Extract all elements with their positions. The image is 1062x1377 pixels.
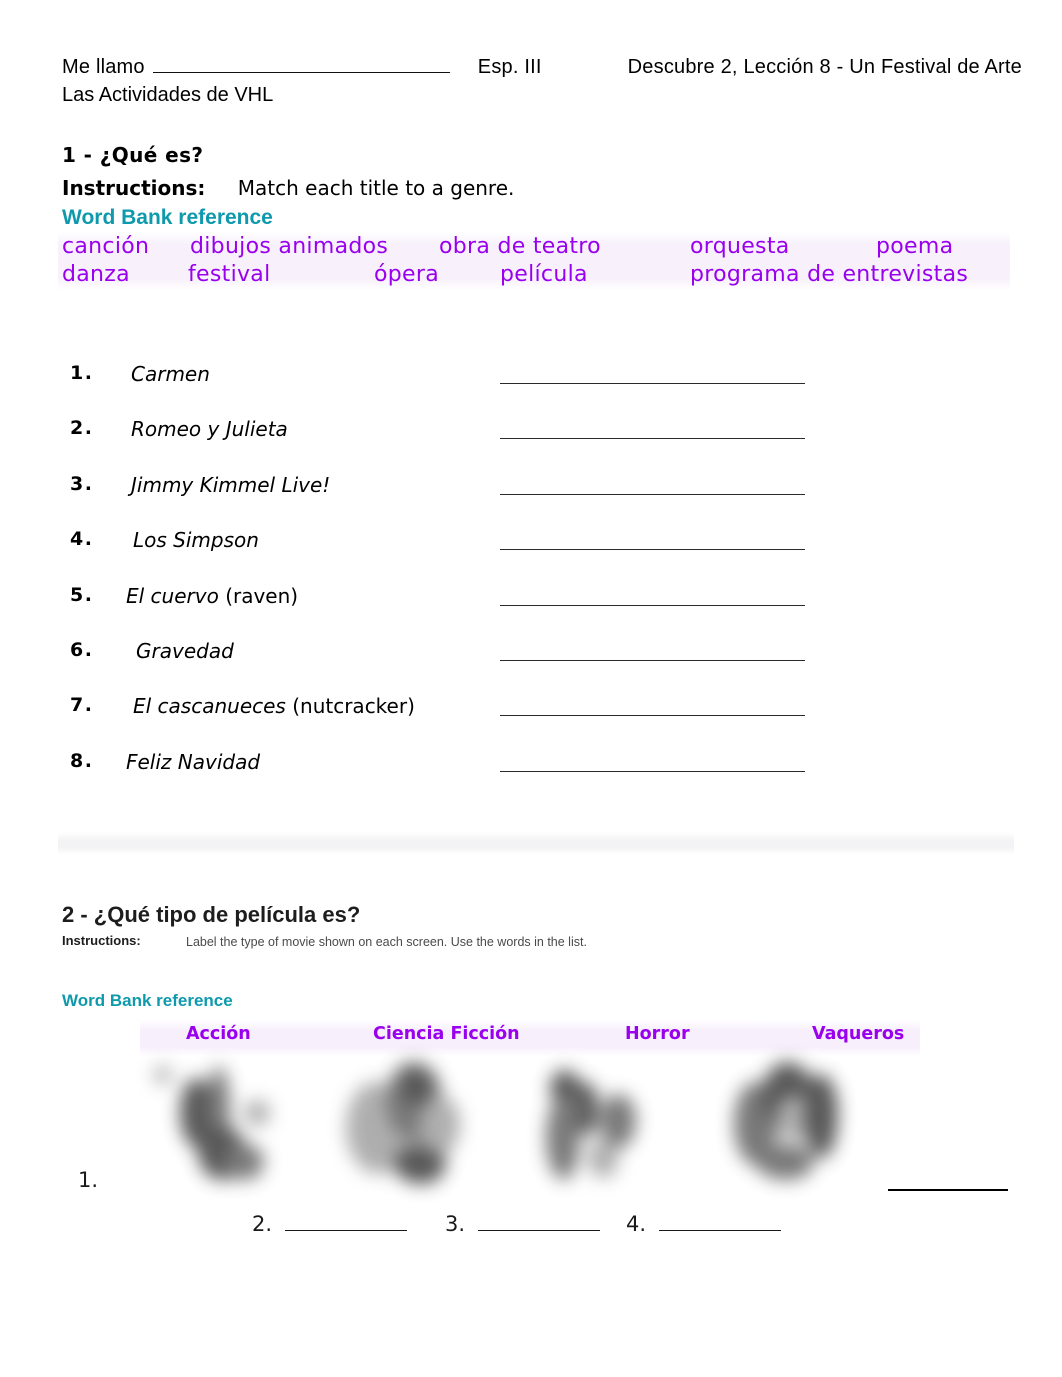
- word-bank-term: dibujos animados: [190, 234, 389, 259]
- list-item: 7. El cascanueces (nutcracker): [0, 694, 1062, 749]
- lesson-label: Descubre 2, Lección 8 - Un Festival de A…: [627, 56, 1022, 78]
- section-1-instructions-text: Match each title to a genre.: [237, 176, 515, 200]
- word-bank-term: película: [500, 262, 588, 287]
- section-1-word-bank: canción dibujos animados obra de teatro …: [62, 234, 1012, 290]
- word-bank-term: poema: [876, 234, 954, 259]
- word-bank-term: canción: [62, 234, 150, 259]
- answer-blank[interactable]: [500, 493, 805, 495]
- word-bank-term: Horror: [625, 1024, 690, 1044]
- section-1-matching-list: 1. Carmen 2. Romeo y Julieta 3. Jimmy Ki…: [0, 362, 1062, 805]
- item-number: 8.: [70, 749, 94, 772]
- header-line-1: Me llamo Esp. III Descubre 2, Lección 8 …: [62, 56, 1022, 79]
- answer-item-2: 2.: [252, 1212, 407, 1236]
- word-bank-term: ópera: [374, 262, 439, 287]
- section-divider: [58, 832, 1014, 854]
- list-item: 4. Los Simpson: [0, 528, 1062, 583]
- word-bank-term: festival: [188, 262, 271, 287]
- answer-blank[interactable]: [500, 770, 805, 772]
- answer-blank[interactable]: [500, 659, 805, 661]
- section-2-answer-row: 1. 2. 3. 4.: [0, 1160, 1062, 1240]
- word-bank-term: Vaqueros: [812, 1024, 905, 1044]
- list-item: 8. Feliz Navidad: [0, 750, 1062, 805]
- answer-number: 1.: [78, 1168, 99, 1192]
- item-title: Gravedad: [136, 639, 234, 663]
- answer-blank[interactable]: [500, 438, 805, 440]
- answer-item-3: 3.: [445, 1212, 600, 1236]
- item-number: 1.: [70, 362, 94, 384]
- item-number: 5.: [70, 583, 94, 606]
- answer-item-4: 4.: [626, 1212, 781, 1236]
- section-2-instructions-label: Instructions:: [62, 933, 141, 948]
- answer-number: 2.: [252, 1212, 273, 1236]
- word-bank-term: obra de teatro: [439, 234, 601, 259]
- item-title-text: Los Simpson: [133, 528, 259, 553]
- item-number: 2.: [70, 417, 94, 440]
- answer-blank[interactable]: [500, 549, 805, 551]
- answer-number: 4.: [626, 1212, 647, 1236]
- list-item: 1. Carmen: [0, 362, 1062, 417]
- word-bank-term: programa de entrevistas: [690, 262, 969, 287]
- item-title: Feliz Navidad: [126, 750, 260, 774]
- item-title: Romeo y Julieta: [131, 417, 288, 441]
- item-title: Jimmy Kimmel Live!: [131, 473, 330, 497]
- item-title-text: Gravedad: [136, 638, 234, 663]
- name-label: Me llamo: [62, 56, 145, 78]
- item-title: El cascanueces (nutcracker): [133, 694, 415, 718]
- item-number: 6.: [70, 638, 94, 661]
- section-2-word-bank-title: Word Bank reference: [62, 991, 233, 1010]
- answer-blank[interactable]: [500, 383, 805, 384]
- item-number: 7.: [70, 694, 94, 717]
- item-title-text: Romeo y Julieta: [131, 417, 288, 442]
- list-item: 3. Jimmy Kimmel Live!: [0, 473, 1062, 528]
- item-title: El cuervo (raven): [126, 584, 298, 608]
- section-1-word-bank-title: Word Bank reference: [62, 206, 273, 229]
- course-label: Esp. III: [477, 56, 542, 78]
- list-item: 6. Gravedad: [0, 639, 1062, 694]
- section-1-title: 1 - ¿Qué es?: [62, 143, 204, 167]
- page-header: Me llamo Esp. III Descubre 2, Lección 8 …: [62, 56, 1022, 107]
- section-2-title: 2 - ¿Qué tipo de película es?: [62, 902, 361, 927]
- item-title: Carmen: [131, 362, 210, 386]
- answer-blank-1[interactable]: [888, 1189, 1008, 1191]
- item-title-gloss: (raven): [225, 583, 299, 608]
- list-item: 2. Romeo y Julieta: [0, 417, 1062, 472]
- answer-blank[interactable]: [658, 1214, 781, 1231]
- word-bank-term: Ciencia Ficción: [373, 1024, 520, 1044]
- section-1-instructions: Instructions: Match each title to a genr…: [62, 176, 514, 200]
- answer-item-1: 1.: [78, 1168, 98, 1192]
- answer-blank[interactable]: [500, 715, 805, 717]
- word-bank-row-2: danza festival ópera película programa d…: [62, 262, 1012, 290]
- item-title-text: Carmen: [131, 362, 210, 386]
- worksheet-page: Me llamo Esp. III Descubre 2, Lección 8 …: [0, 0, 1062, 1377]
- answer-blank[interactable]: [477, 1214, 600, 1231]
- answer-blank[interactable]: [500, 604, 805, 606]
- item-title: Los Simpson: [133, 528, 259, 552]
- answer-number: 3.: [445, 1212, 466, 1236]
- word-bank-term: danza: [62, 262, 130, 287]
- item-title-gloss: (nutcracker): [292, 694, 415, 719]
- item-number: 3.: [70, 472, 94, 495]
- word-bank-term: orquesta: [690, 234, 790, 259]
- item-title-text: El cuervo: [126, 583, 226, 608]
- word-bank-term: Acción: [186, 1024, 251, 1044]
- item-title-text: Feliz Navidad: [126, 749, 261, 774]
- item-title-text: El cascanueces: [133, 694, 293, 719]
- name-blank-field[interactable]: [152, 56, 450, 73]
- word-bank-row-1: canción dibujos animados obra de teatro …: [62, 234, 1012, 262]
- item-number: 4.: [70, 528, 94, 551]
- section-2-instructions-text: Label the type of movie shown on each sc…: [186, 935, 587, 949]
- item-title-text: Jimmy Kimmel Live!: [131, 472, 331, 497]
- section-1-instructions-label: Instructions:: [62, 176, 206, 200]
- list-item: 5. El cuervo (raven): [0, 584, 1062, 639]
- answer-blank[interactable]: [284, 1214, 407, 1231]
- section-2-word-bank: Acción Ciencia Ficción Horror Vaqueros: [0, 1024, 1062, 1050]
- header-subtitle: Las Actividades de VHL: [62, 84, 274, 106]
